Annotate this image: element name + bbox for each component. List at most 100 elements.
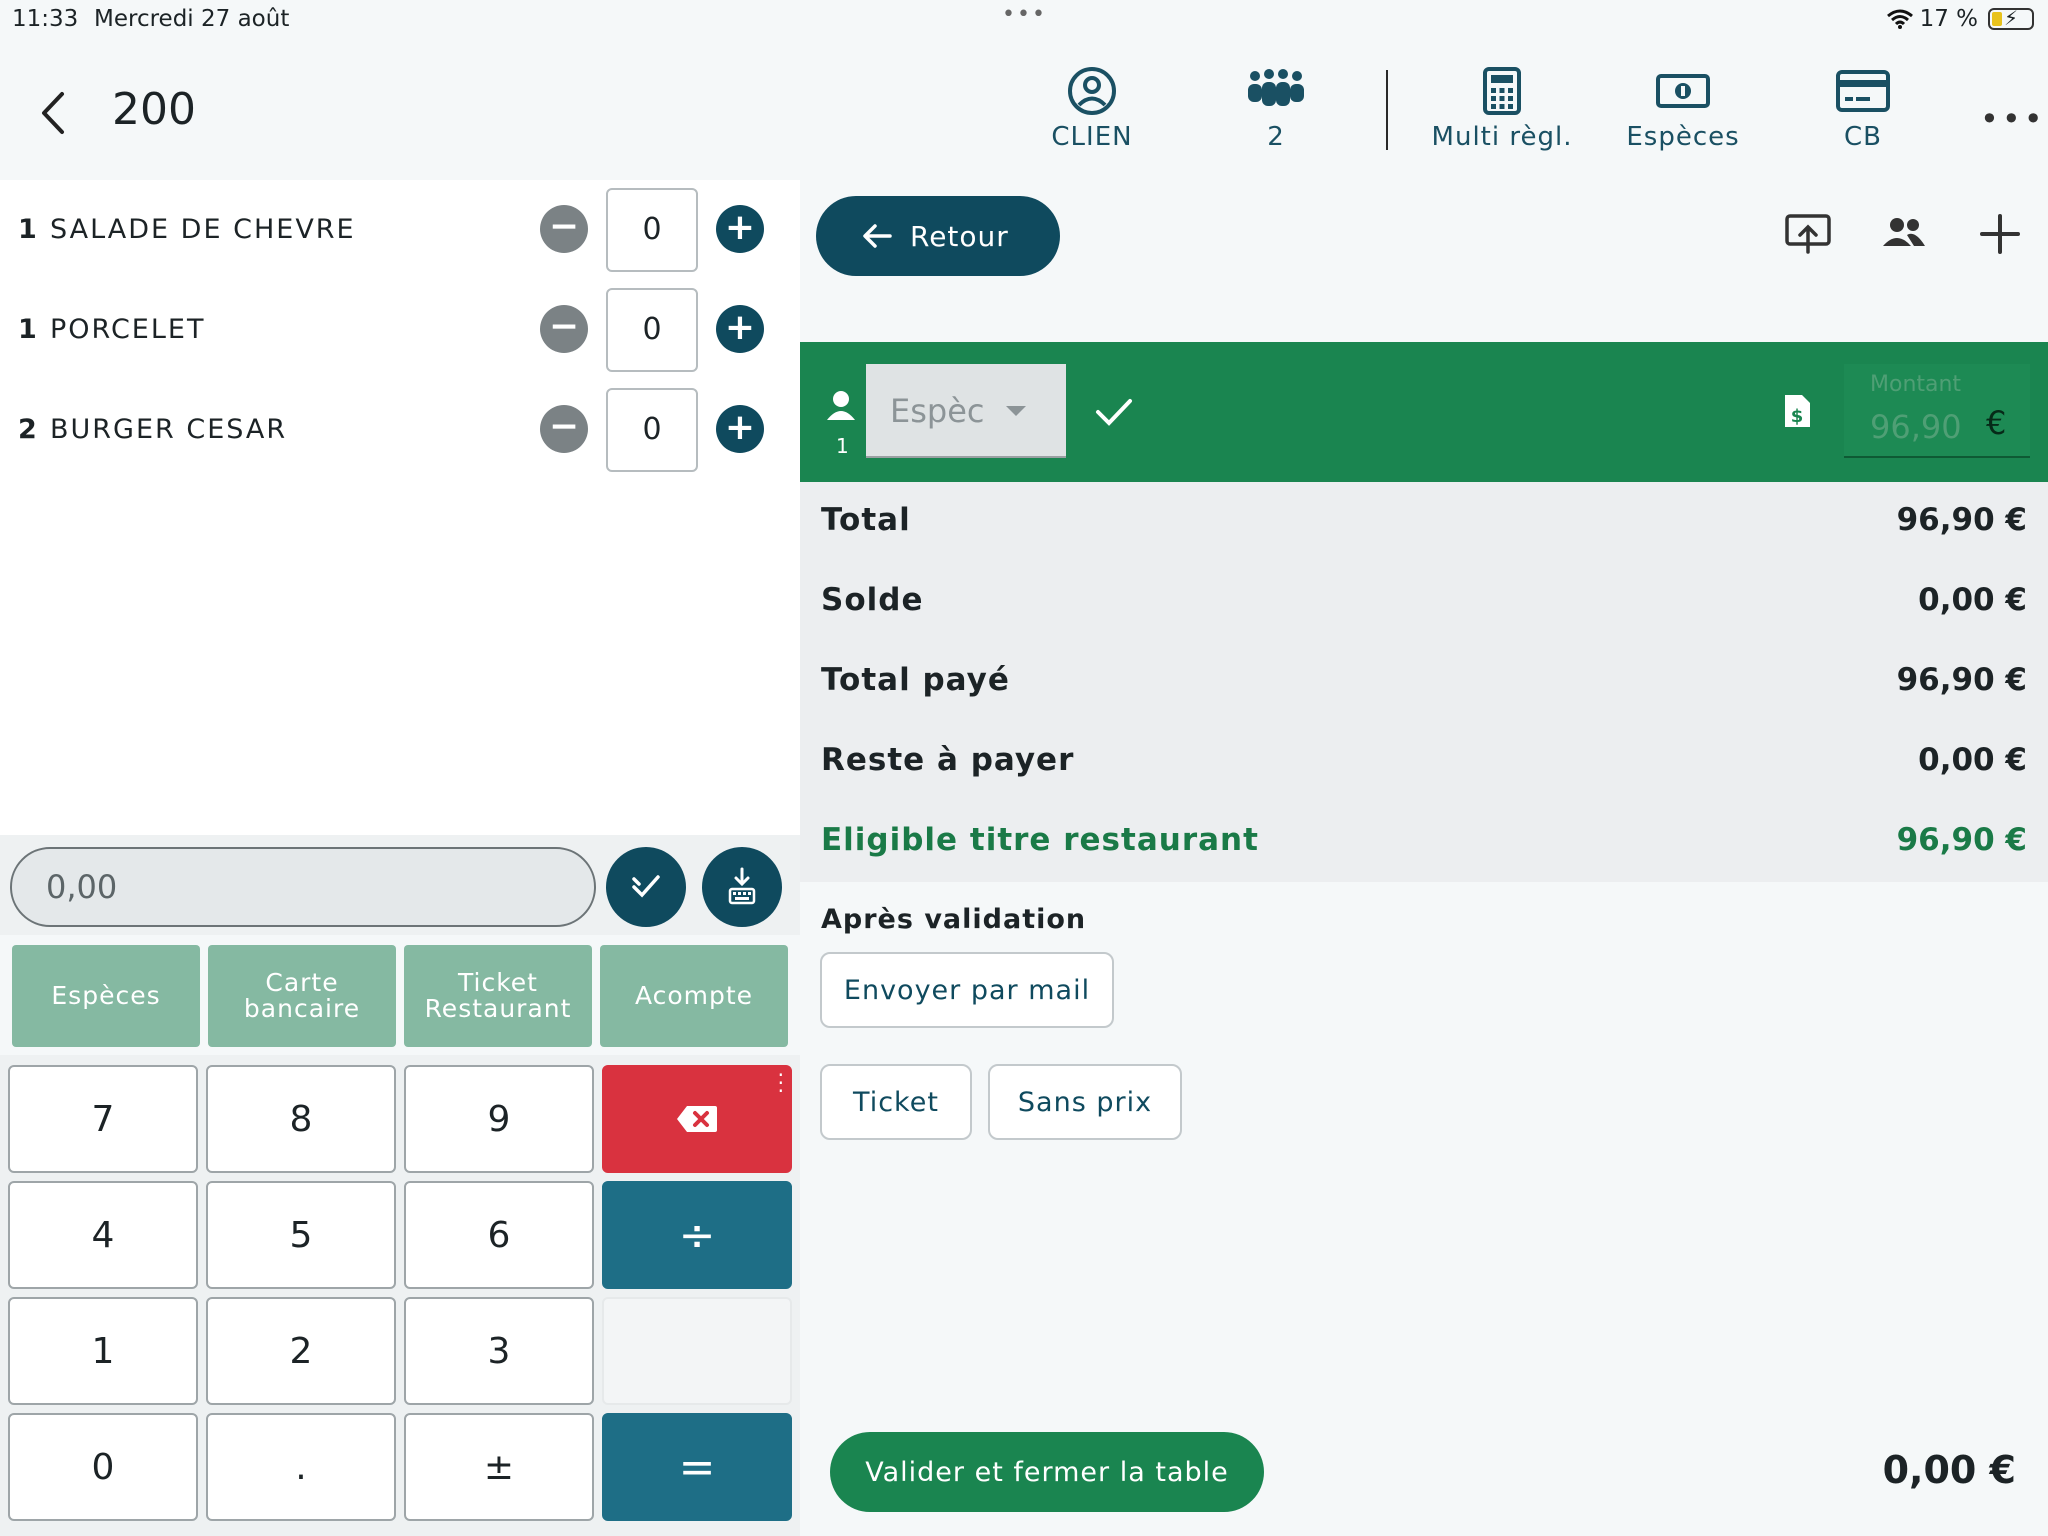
key-0[interactable]: 0: [8, 1413, 198, 1521]
keyboard-download-icon: [728, 867, 756, 905]
split-quantity-input[interactable]: 0: [606, 288, 698, 372]
double-check-icon: [632, 875, 660, 898]
meal-ticket-eligible-value: 96,90 €: [1896, 822, 2027, 858]
decrease-button[interactable]: −: [540, 205, 588, 253]
key-9[interactable]: 9: [404, 1065, 594, 1173]
svg-text:$: $: [1791, 406, 1804, 427]
increase-button[interactable]: +: [716, 205, 764, 253]
key-4[interactable]: 4: [8, 1181, 198, 1289]
add-icon[interactable]: [1976, 210, 2024, 258]
total-row: Total 96,90 €: [800, 482, 2048, 562]
item-quantity: 2: [18, 414, 37, 445]
order-items-list: 1 SALADE DE CHEVRE − 0 + 1 PORCELET − 0 …: [0, 180, 800, 835]
decimal-key[interactable]: .: [206, 1413, 396, 1521]
key-5[interactable]: 5: [206, 1181, 396, 1289]
covers-button[interactable]: 2: [1191, 66, 1361, 152]
amount-field[interactable]: Montant 96,90 €: [1844, 364, 2030, 458]
remaining-value: 0,00 €: [1918, 742, 2027, 778]
method-meal-ticket-button[interactable]: Ticket Restaurant: [404, 945, 592, 1047]
backspace-icon: [677, 1106, 717, 1132]
order-item: 1 PORCELET − 0 +: [0, 280, 800, 380]
status-bar: 11:33 Mercredi 27 août ••• 17 % ⚡: [0, 0, 2048, 40]
battery-icon: ⚡: [1988, 6, 2034, 30]
meal-ticket-eligible-label: Eligible titre restaurant: [821, 822, 1259, 858]
method-cash-button[interactable]: Espèces: [12, 945, 200, 1047]
cash-label: Espèces: [1626, 122, 1740, 152]
remaining-row: Reste à payer 0,00 €: [800, 722, 2048, 802]
balance-row: Solde 0,00 €: [800, 562, 2048, 642]
decrease-button[interactable]: −: [540, 405, 588, 453]
equals-key[interactable]: =: [602, 1413, 792, 1521]
multitask-dots-icon[interactable]: •••: [1002, 2, 1047, 27]
order-item: 1 SALADE DE CHEVRE − 0 +: [0, 180, 800, 280]
calculator-icon: [1483, 67, 1521, 115]
payment-method-value: Espèc: [890, 392, 985, 430]
plus-minus-key[interactable]: ±: [404, 1413, 594, 1521]
item-name: BURGER CESAR: [50, 414, 288, 445]
back-button[interactable]: Retour: [816, 196, 1060, 276]
key-options-icon[interactable]: · · ·: [778, 1065, 784, 1101]
confirm-amount-button[interactable]: [606, 847, 686, 927]
decrease-button[interactable]: −: [540, 305, 588, 353]
no-price-button[interactable]: Sans prix: [988, 1064, 1182, 1140]
ticket-button[interactable]: Ticket: [820, 1064, 972, 1140]
order-number: 200: [112, 84, 196, 135]
person-number: 1: [836, 434, 849, 458]
amount-entry-row: 0,00: [0, 835, 800, 935]
back-button-label: Retour: [910, 219, 1009, 253]
split-quantity-input[interactable]: 0: [606, 388, 698, 472]
balance-label: Solde: [821, 582, 924, 618]
card-button[interactable]: CB: [1778, 66, 1948, 152]
cash-button[interactable]: Espèces: [1598, 66, 1768, 152]
payment-line: 1 Espèc $ Montant 96,90 €: [800, 342, 2048, 482]
toolbar-divider: [1386, 70, 1388, 150]
bottom-total: 0,00 €: [1882, 1448, 2016, 1492]
check-icon[interactable]: [1094, 396, 1134, 428]
send-mail-button[interactable]: Envoyer par mail: [820, 952, 1114, 1028]
card-label: CB: [1844, 122, 1882, 152]
amount-input[interactable]: 0,00: [10, 847, 596, 927]
more-options-icon[interactable]: •••: [1980, 100, 2046, 138]
person-icon: [827, 391, 855, 420]
backspace-key[interactable]: · · ·: [602, 1065, 792, 1173]
increase-button[interactable]: +: [716, 405, 764, 453]
meal-ticket-eligible-row: Eligible titre restaurant 96,90 €: [800, 802, 2048, 882]
method-deposit-button[interactable]: Acompte: [600, 945, 788, 1047]
header: 200 CLIEN 2 Multi règl. Espèces CB •••: [0, 40, 2048, 180]
total-value: 96,90 €: [1896, 502, 2027, 538]
key-2[interactable]: 2: [206, 1297, 396, 1405]
keyboard-button[interactable]: [702, 847, 782, 927]
order-item: 2 BURGER CESAR − 0 +: [0, 380, 800, 480]
people-icon[interactable]: [1880, 210, 1928, 258]
increase-button[interactable]: +: [716, 305, 764, 353]
user-circle-icon: [1068, 67, 1116, 115]
item-name: PORCELET: [50, 314, 206, 345]
screen-share-icon[interactable]: [1784, 210, 1832, 258]
back-chevron-icon[interactable]: [34, 88, 74, 138]
payment-methods: Espèces Carte bancaire Ticket Restaurant…: [0, 935, 800, 1055]
status-indicators: 17 % ⚡: [1886, 6, 2034, 32]
multi-payment-label: Multi règl.: [1431, 122, 1573, 152]
empty-key: [602, 1297, 792, 1405]
after-validation-title: Après validation: [821, 904, 1087, 935]
client-button[interactable]: CLIEN: [1007, 66, 1177, 152]
key-8[interactable]: 8: [206, 1065, 396, 1173]
key-6[interactable]: 6: [404, 1181, 594, 1289]
numeric-keypad: 7 8 9 · · · 4 5 6 ÷ 1 2 3 0 . ± =: [0, 1055, 800, 1536]
totals-summary: Total 96,90 € Solde 0,00 € Total payé 96…: [800, 482, 2048, 882]
key-3[interactable]: 3: [404, 1297, 594, 1405]
covers-count: 2: [1267, 122, 1285, 152]
banknote-icon: [1656, 74, 1710, 108]
method-card-button[interactable]: Carte bancaire: [208, 945, 396, 1047]
payment-method-select[interactable]: Espèc: [866, 364, 1066, 458]
group-icon: [1248, 69, 1304, 106]
key-7[interactable]: 7: [8, 1065, 198, 1173]
divide-key[interactable]: ÷: [602, 1181, 792, 1289]
amount-field-label: Montant: [1870, 372, 1962, 397]
split-quantity-input[interactable]: 0: [606, 188, 698, 272]
multi-payment-button[interactable]: Multi règl.: [1417, 66, 1587, 152]
invoice-icon[interactable]: $: [1782, 392, 1812, 430]
item-name: SALADE DE CHEVRE: [50, 214, 356, 245]
validate-close-table-button[interactable]: Valider et fermer la table: [830, 1432, 1264, 1512]
key-1[interactable]: 1: [8, 1297, 198, 1405]
